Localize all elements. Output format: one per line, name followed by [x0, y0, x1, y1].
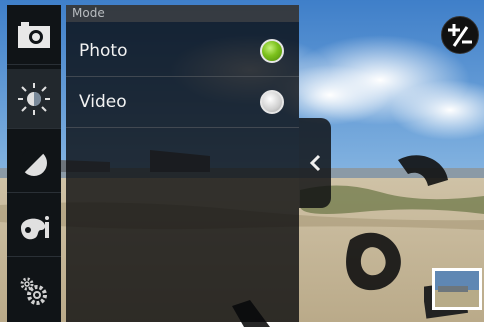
panel-header: Mode	[66, 5, 299, 22]
mode-option-video[interactable]: Video	[66, 78, 299, 128]
camera-viewfinder: Mode Photo Video	[0, 0, 484, 327]
camera-settings-sidebar	[7, 5, 61, 322]
last-photo-thumbnail[interactable]	[421, 266, 484, 324]
option-label: Video	[79, 92, 127, 112]
mode-settings-panel: Mode Photo Video	[66, 5, 299, 322]
radio-selected-icon[interactable]	[260, 39, 284, 63]
mode-option-photo[interactable]: Photo	[66, 27, 299, 77]
chevron-left-icon	[309, 154, 321, 172]
settings-button[interactable]	[7, 261, 61, 321]
radio-unselected-icon[interactable]	[260, 90, 284, 114]
color-effects-icon	[21, 215, 49, 239]
plus-minus-icon	[448, 24, 472, 47]
collapse-panel-tab[interactable]	[299, 118, 331, 208]
gallery-thumbnail-icon	[421, 268, 482, 319]
brightness-button[interactable]	[7, 69, 61, 129]
camera-icon	[18, 21, 50, 48]
brightness-icon	[18, 82, 50, 115]
contrast-icon	[19, 148, 47, 176]
panel-title: Mode	[72, 6, 105, 20]
exposure-compensation-button[interactable]	[441, 16, 479, 54]
camera-mode-button[interactable]	[7, 5, 61, 65]
contrast-button[interactable]	[7, 133, 61, 193]
option-label: Photo	[79, 41, 128, 61]
settings-gears-icon	[20, 277, 47, 305]
color-effects-button[interactable]	[7, 197, 61, 257]
